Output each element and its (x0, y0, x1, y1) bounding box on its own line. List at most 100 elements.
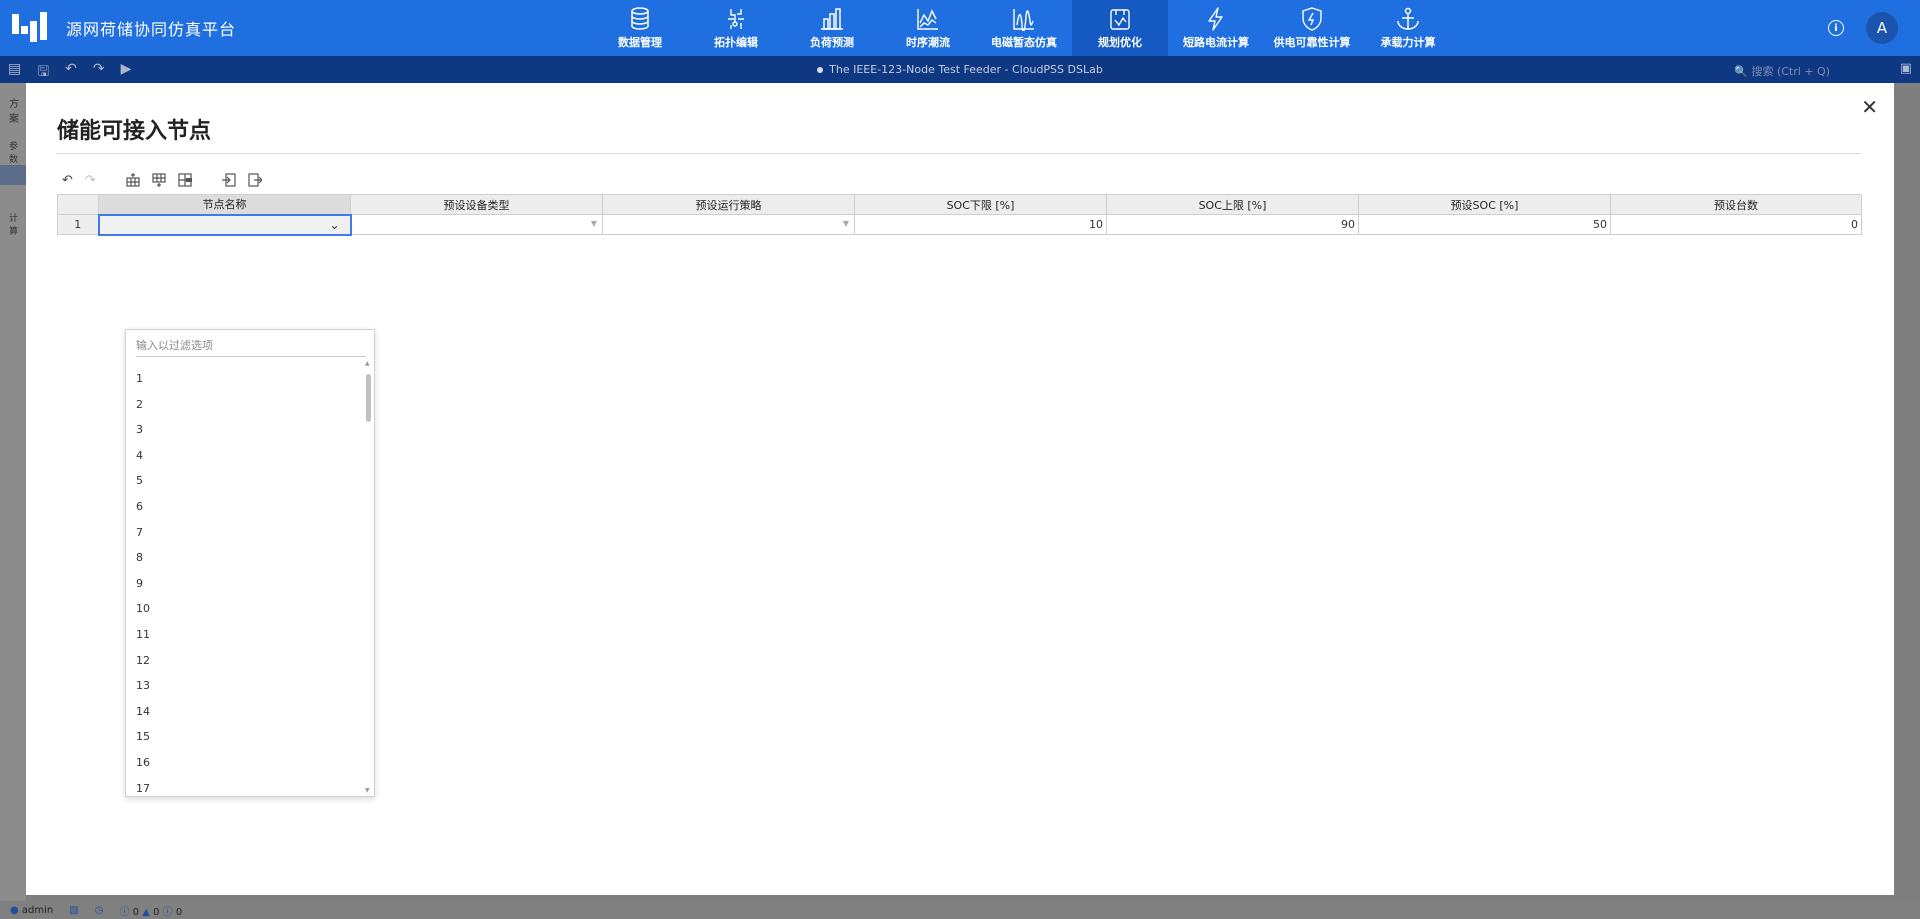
grid-toolbar: ↶ ↷ (62, 173, 262, 188)
nav-label: 电磁暂态仿真 (991, 35, 1057, 49)
planning-icon (1110, 8, 1130, 30)
status-bar: ● admin ▧ ◷ ⓘ 0 ▲ 0 ⓘ 0 (0, 901, 1920, 919)
title-divider (57, 153, 1861, 154)
table-row: 1 ⌄ ▼ ▼ 10 90 50 0 (57, 213, 1862, 236)
left-label-2: 参数 (9, 142, 19, 165)
insert-row-above-icon[interactable] (126, 173, 140, 188)
chevron-down-icon[interactable]: ⌄ (329, 218, 339, 232)
app-title: 源网荷储协同仿真平台 (66, 20, 237, 39)
main-nav: 数据管理 拓扑编辑 负荷预测 时序潮流 电磁暂态仿真 规划优化 短路电流计算 供… (592, 0, 1456, 56)
soc-max-cell[interactable]: 90 (1106, 214, 1359, 235)
insert-row-below-icon[interactable] (152, 173, 166, 188)
status-dot-icon (817, 67, 824, 73)
list-item[interactable]: 2 (126, 392, 364, 418)
nav-topology-edit[interactable]: 拓扑编辑 (688, 0, 784, 56)
nav-label: 供电可靠性计算 (1273, 35, 1351, 49)
list-item[interactable]: 10 (126, 596, 364, 622)
bar-chart-icon (821, 7, 843, 30)
row-number[interactable]: 1 (57, 214, 99, 235)
user-status[interactable]: ● admin (10, 905, 53, 916)
list-item[interactable]: 6 (126, 494, 364, 520)
node-name-cell[interactable]: ⌄ (97, 213, 352, 236)
column-header[interactable]: 预设台数 (1610, 194, 1862, 215)
column-header[interactable]: SOC上限 [%] (1106, 194, 1359, 215)
fullscreen-icon[interactable]: ▣ (1900, 61, 1912, 76)
import-icon[interactable] (221, 173, 236, 188)
line-chart-icon (917, 8, 938, 30)
top-right-actions: i A (1828, 12, 1898, 44)
nav-data-management[interactable]: 数据管理 (592, 0, 688, 56)
column-header[interactable]: SOC下限 [%] (854, 194, 1107, 215)
scroll-down-icon[interactable]: ▼ (365, 787, 370, 794)
database-icon (631, 6, 649, 30)
anchor-icon (1397, 7, 1419, 30)
soc-min-cell[interactable]: 10 (854, 214, 1107, 235)
nav-reliability[interactable]: 供电可靠性计算 (1264, 0, 1360, 56)
list-item[interactable]: 12 (126, 648, 364, 674)
column-header[interactable]: 预设运行策略 (602, 194, 855, 215)
list-item[interactable]: 8 (126, 545, 364, 571)
message-counts[interactable]: ⓘ 0 ▲ 0 ⓘ 0 (119, 903, 182, 918)
list-item[interactable]: 4 (126, 443, 364, 469)
device-type-cell[interactable]: ▼ (350, 214, 603, 235)
column-header[interactable]: 预设SOC [%] (1358, 194, 1611, 215)
scrollbar-thumb[interactable] (366, 374, 371, 422)
dropdown-arrow-icon[interactable]: ▼ (591, 219, 597, 228)
delete-row-icon[interactable] (178, 173, 192, 188)
close-icon[interactable]: ✕ (1861, 95, 1878, 119)
count-cell[interactable]: 0 (1610, 214, 1862, 235)
error-count-icon: ⓘ (162, 906, 173, 918)
list-item[interactable]: 17 (126, 776, 364, 795)
corner-header (57, 194, 99, 215)
list-item[interactable]: 16 (126, 750, 364, 776)
scroll-up-icon[interactable]: ▲ (365, 360, 370, 367)
column-header[interactable]: 预设设备类型 (350, 194, 603, 215)
list-item[interactable]: 3 (126, 417, 364, 443)
export-icon[interactable] (248, 173, 262, 188)
list-item[interactable]: 5 (126, 468, 364, 494)
dropdown-scrollbar[interactable]: ▲ ▼ (365, 360, 372, 794)
document-title-text: The IEEE-123-Node Test Feeder - CloudPSS… (829, 63, 1103, 76)
storage-nodes-table: 节点名称 预设设备类型 预设运行策略 SOC下限 [%] SOC上限 [%] 预… (57, 194, 1862, 236)
dropdown-arrow-icon[interactable]: ▼ (843, 219, 849, 228)
error-count: 0 (175, 906, 183, 918)
nav-planning-optimization[interactable]: 规划优化 (1072, 0, 1168, 56)
filter-input[interactable] (136, 335, 366, 357)
search-box[interactable]: 🔍 搜索 (Ctrl + Q) (1734, 63, 1830, 79)
left-label-1: 方案 (9, 99, 19, 125)
brand[interactable]: 源网荷储协同仿真平台 (12, 12, 236, 44)
waveform-icon (1013, 8, 1034, 31)
warning-count: 0 (153, 906, 160, 918)
list-item[interactable]: 15 (126, 724, 364, 750)
nav-short-circuit[interactable]: 短路电流计算 (1168, 0, 1264, 56)
soc-preset-cell[interactable]: 50 (1358, 214, 1611, 235)
list-item[interactable]: 7 (126, 520, 364, 546)
avatar[interactable]: A (1866, 12, 1898, 44)
nav-time-series-flow[interactable]: 时序潮流 (880, 0, 976, 56)
nav-load-forecast[interactable]: 负荷预测 (784, 0, 880, 56)
storage-icon[interactable]: ▧ (69, 905, 78, 916)
left-selected-item[interactable] (0, 165, 26, 185)
list-item[interactable]: 13 (126, 673, 364, 699)
list-item[interactable]: 1 (126, 366, 364, 392)
list-item[interactable]: 14 (126, 699, 364, 725)
redo-icon[interactable]: ↷ (85, 173, 96, 188)
list-item[interactable]: 9 (126, 571, 364, 597)
table-header-row: 节点名称 预设设备类型 预设运行策略 SOC下限 [%] SOC上限 [%] 预… (57, 194, 1862, 215)
editor-toolbar: ▤ 🖫 ↶ ↷ ▶ The IEEE-123-Node Test Feeder … (0, 56, 1920, 83)
nav-capacity[interactable]: 承载力计算 (1360, 0, 1456, 56)
undo-icon[interactable]: ↶ (62, 173, 73, 188)
info-count: 0 (132, 906, 140, 918)
option-list: 1 2 3 4 5 6 7 8 9 10 11 12 13 14 15 16 1… (126, 360, 364, 794)
user-icon: ● (10, 904, 19, 916)
list-item[interactable]: 11 (126, 622, 364, 648)
nav-emt-simulation[interactable]: 电磁暂态仿真 (976, 0, 1072, 56)
nav-label: 规划优化 (1098, 35, 1142, 49)
search-placeholder: 搜索 (Ctrl + Q) (1751, 65, 1830, 78)
strategy-cell[interactable]: ▼ (602, 214, 855, 235)
info-count-icon: ⓘ (119, 906, 130, 918)
info-icon[interactable]: i (1828, 20, 1844, 36)
history-icon[interactable]: ◷ (95, 905, 104, 916)
column-header[interactable]: 节点名称 (98, 194, 351, 215)
storage-nodes-dialog: ✕ 储能可接入节点 ↶ ↷ 节点名称 预设设备类型 预设运行策略 SOC下限 [… (26, 83, 1894, 895)
